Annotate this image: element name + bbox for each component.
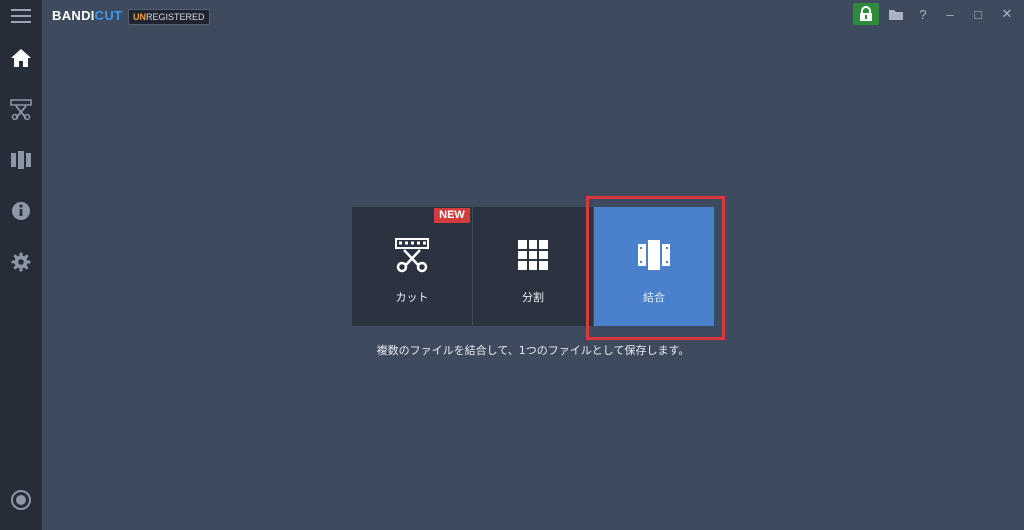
registration-badge[interactable]: UNREGISTERED xyxy=(128,9,210,25)
sidebar-item-join[interactable] xyxy=(0,139,42,181)
sidebar xyxy=(0,0,42,530)
join-highlight-frame xyxy=(586,196,725,340)
mode-description: 複数のファイルを結合して、1つのファイルとして保存します。 xyxy=(376,344,690,357)
split-grid-icon xyxy=(518,240,548,270)
sidebar-item-settings[interactable] xyxy=(0,241,42,283)
mode-split-label: 分割 xyxy=(522,291,544,304)
minimize-button[interactable]: ‒ xyxy=(937,3,963,25)
sidebar-item-info[interactable] xyxy=(0,190,42,232)
unlock-button[interactable] xyxy=(853,3,879,25)
hamburger-icon xyxy=(11,9,31,23)
menu-button[interactable] xyxy=(0,0,42,32)
film-icon xyxy=(11,151,31,169)
open-folder-button[interactable] xyxy=(883,3,909,25)
app-logo: BANDICUT xyxy=(52,8,123,23)
home-icon xyxy=(11,49,31,67)
new-badge: NEW xyxy=(434,208,470,223)
close-button[interactable]: ✕ xyxy=(994,3,1020,25)
mode-cut-label: カット xyxy=(395,291,429,304)
info-icon xyxy=(12,202,30,220)
help-button[interactable]: ? xyxy=(910,3,936,25)
lock-icon xyxy=(860,6,872,21)
maximize-button[interactable]: □ xyxy=(965,3,991,25)
gear-icon xyxy=(11,252,31,272)
sidebar-item-cut[interactable] xyxy=(0,88,42,130)
cut-tool-icon xyxy=(10,99,32,120)
record-icon xyxy=(11,490,31,510)
cut-scissors-icon xyxy=(395,238,429,273)
sidebar-item-home[interactable] xyxy=(0,37,42,79)
mode-split-button[interactable]: 分割 xyxy=(473,207,593,326)
mode-cut-button[interactable]: カット xyxy=(352,207,472,326)
folder-icon xyxy=(889,9,903,20)
sidebar-item-record[interactable] xyxy=(0,479,42,521)
